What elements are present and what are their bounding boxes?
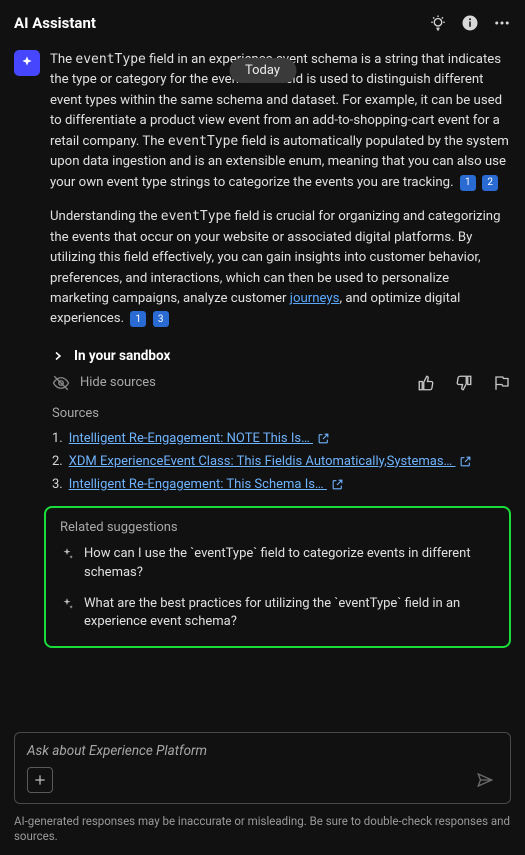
- message-body: The eventType field in an experience eve…: [50, 50, 511, 344]
- hide-sources-label: Hide sources: [80, 375, 156, 390]
- input-placeholder: Ask about Experience Platform: [27, 743, 498, 761]
- source-link[interactable]: Intelligent Re-Engagement: NOTE This Is…: [69, 431, 330, 446]
- suggestion-item[interactable]: How can I use the `eventType` field to c…: [60, 545, 495, 583]
- sparkle-icon: [60, 597, 74, 633]
- code-span: eventType: [168, 134, 238, 149]
- assistant-message: The eventType field in an experience eve…: [14, 50, 511, 344]
- conversation-pane: Today The eventType field in an experien…: [0, 46, 525, 724]
- message-input[interactable]: Ask about Experience Platform: [14, 732, 511, 804]
- app-title: AI Assistant: [14, 14, 96, 32]
- external-link-icon: [459, 455, 472, 468]
- citation-badge[interactable]: 2: [482, 175, 498, 191]
- code-span: eventType: [161, 209, 231, 224]
- sources-title: Sources: [52, 406, 511, 421]
- header-actions: [429, 14, 511, 32]
- code-span: eventType: [75, 52, 145, 67]
- send-icon: [476, 771, 494, 789]
- sources-block: Sources 1. Intelligent Re-Engagement: NO…: [52, 406, 511, 492]
- hide-sources-button[interactable]: Hide sources: [52, 374, 156, 392]
- disclaimer-text: AI-generated responses may be inaccurate…: [0, 810, 525, 855]
- header: AI Assistant: [0, 0, 525, 46]
- source-item: 3. Intelligent Re-Engagement: This Schem…: [52, 477, 511, 492]
- suggestion-item[interactable]: What are the best practices for utilizin…: [60, 595, 495, 633]
- citation-badge[interactable]: 1: [460, 175, 476, 191]
- more-icon[interactable]: [493, 14, 511, 32]
- lightbulb-icon[interactable]: [429, 14, 447, 32]
- composer-area: Ask about Experience Platform: [0, 724, 525, 810]
- citation-badge[interactable]: 1: [130, 311, 146, 327]
- flag-icon[interactable]: [493, 374, 511, 392]
- feedback-row: Hide sources: [52, 374, 511, 392]
- citation-badge[interactable]: 3: [153, 311, 169, 327]
- plus-icon: [33, 773, 47, 787]
- chevron-right-icon: [52, 350, 64, 362]
- external-link-icon: [317, 432, 330, 445]
- thumbs-down-icon[interactable]: [455, 374, 473, 392]
- source-number: 3.: [52, 477, 63, 492]
- msg-text: The: [50, 52, 75, 67]
- sandbox-label: In your sandbox: [74, 348, 170, 364]
- source-item: 1. Intelligent Re-Engagement: NOTE This …: [52, 431, 511, 446]
- sparkle-icon: [60, 547, 74, 583]
- source-link[interactable]: Intelligent Re-Engagement: This Schema I…: [69, 477, 344, 492]
- add-attachment-button[interactable]: [27, 767, 53, 793]
- thumbs-up-icon[interactable]: [417, 374, 435, 392]
- day-divider: Today: [229, 58, 296, 83]
- source-item: 2. XDM ExperienceEvent Class: This Field…: [52, 454, 511, 469]
- info-icon[interactable]: [461, 14, 479, 32]
- source-link[interactable]: XDM ExperienceEvent Class: This Fieldis …: [69, 454, 473, 469]
- related-suggestions-panel: Related suggestions How can I use the `e…: [44, 506, 511, 648]
- source-number: 2.: [52, 454, 63, 469]
- in-your-sandbox-toggle[interactable]: In your sandbox: [52, 348, 511, 364]
- suggestion-text: How can I use the `eventType` field to c…: [84, 545, 495, 583]
- assistant-avatar: [14, 50, 40, 76]
- msg-text: Understanding the: [50, 209, 161, 224]
- source-number: 1.: [52, 431, 63, 446]
- send-button[interactable]: [472, 767, 498, 793]
- external-link-icon: [331, 478, 344, 491]
- suggestion-text: What are the best practices for utilizin…: [84, 595, 495, 633]
- eye-off-icon: [52, 374, 70, 392]
- related-title: Related suggestions: [60, 520, 495, 535]
- journeys-link[interactable]: journeys: [290, 291, 340, 306]
